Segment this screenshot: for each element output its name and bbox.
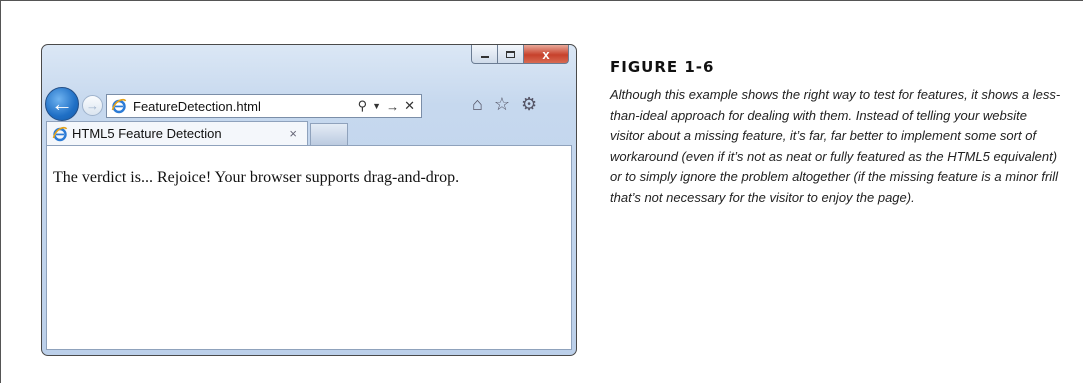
tab-close-icon[interactable]: × — [289, 126, 297, 141]
browser-window: x ← → FeatureDetection.html ⚲ ▼ → ✕ ⌂ ☆ … — [41, 44, 577, 356]
back-arrow-icon: ← — [51, 91, 73, 116]
close-icon: x — [542, 46, 550, 62]
minimize-button[interactable] — [471, 45, 498, 64]
star-icon[interactable]: ☆ — [494, 94, 510, 115]
figure-caption: Although this example shows the right wa… — [610, 87, 1061, 205]
address-bar[interactable]: FeatureDetection.html ⚲ ▼ → ✕ — [106, 94, 422, 118]
back-button[interactable]: ← — [45, 87, 79, 121]
tab-feature-detection[interactable]: HTML5 Feature Detection × — [46, 121, 308, 145]
page-content: The verdict is... Rejoice! Your browser … — [53, 169, 460, 186]
address-tools: ⚲ ▼ → ✕ — [358, 98, 415, 114]
command-icons: ⌂ ☆ ⚙ — [472, 94, 537, 115]
tab-label: HTML5 Feature Detection — [72, 126, 222, 141]
maximize-button[interactable] — [498, 45, 524, 64]
ie-logo-icon — [110, 98, 127, 115]
stop-icon[interactable]: ✕ — [404, 98, 415, 114]
dropdown-icon[interactable]: ▼ — [372, 101, 381, 111]
minimize-icon — [480, 55, 489, 58]
forward-button[interactable]: → — [82, 95, 103, 116]
maximize-icon — [506, 50, 515, 58]
close-window-button[interactable]: x — [524, 45, 569, 64]
page-viewport: The verdict is... Rejoice! Your browser … — [46, 145, 572, 350]
new-tab-button[interactable] — [310, 123, 348, 145]
refresh-icon[interactable]: → — [386, 99, 399, 114]
gear-icon[interactable]: ⚙ — [521, 94, 537, 115]
window-controls: x — [471, 45, 569, 64]
ie-logo-icon — [51, 125, 68, 142]
figure-title: FIGURE 1-6 — [610, 58, 715, 76]
search-icon[interactable]: ⚲ — [358, 98, 368, 114]
home-icon[interactable]: ⌂ — [472, 94, 483, 115]
forward-arrow-icon: → — [86, 98, 99, 113]
url-text[interactable]: FeatureDetection.html — [133, 99, 358, 114]
